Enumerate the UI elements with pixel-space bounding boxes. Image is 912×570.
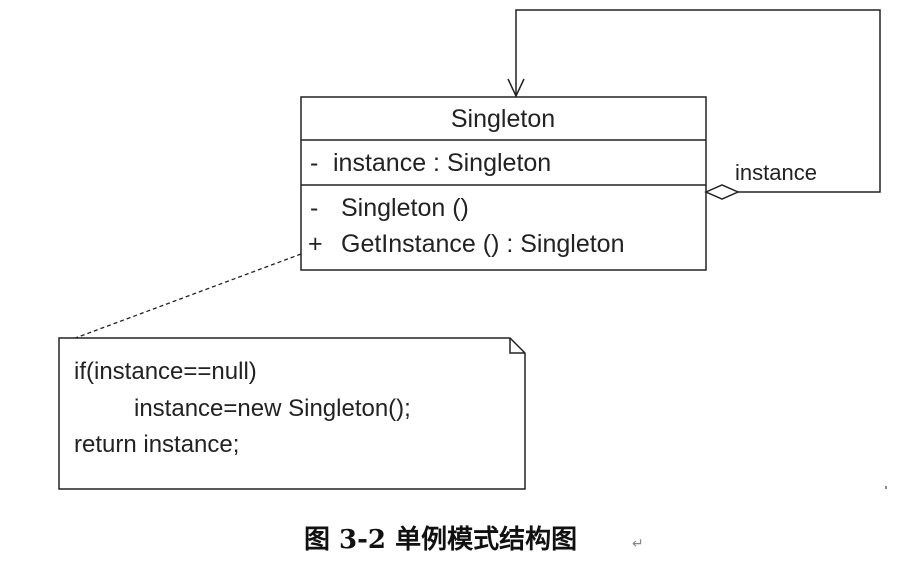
note-line: instance=new Singleton();: [134, 395, 411, 422]
attribute-visibility: -: [310, 149, 318, 177]
singleton-uml-diagram: Singleton - instance : Singleton - Singl…: [58, 9, 887, 555]
paragraph-mark-icon: ↵: [632, 536, 644, 552]
class-box: Singleton - instance : Singleton - Singl…: [300, 96, 707, 271]
note-connector: [69, 253, 302, 341]
class-name: Singleton: [451, 105, 555, 133]
operation-visibility: +: [308, 230, 323, 258]
note-line: return instance;: [74, 431, 239, 458]
operation-visibility: -: [310, 194, 318, 222]
operation-text: Singleton (): [341, 194, 469, 222]
stray-mark: [885, 486, 887, 489]
note-box: if(instance==null) instance=new Singleto…: [58, 337, 526, 490]
figure-caption: 图 3-2 单例模式结构图: [304, 525, 577, 555]
association-label: instance: [735, 160, 817, 185]
attribute-text: instance : Singleton: [333, 149, 551, 177]
operation-text: GetInstance () : Singleton: [341, 230, 624, 258]
note-line: if(instance==null): [74, 358, 257, 385]
aggregation-diamond: [704, 184, 740, 200]
